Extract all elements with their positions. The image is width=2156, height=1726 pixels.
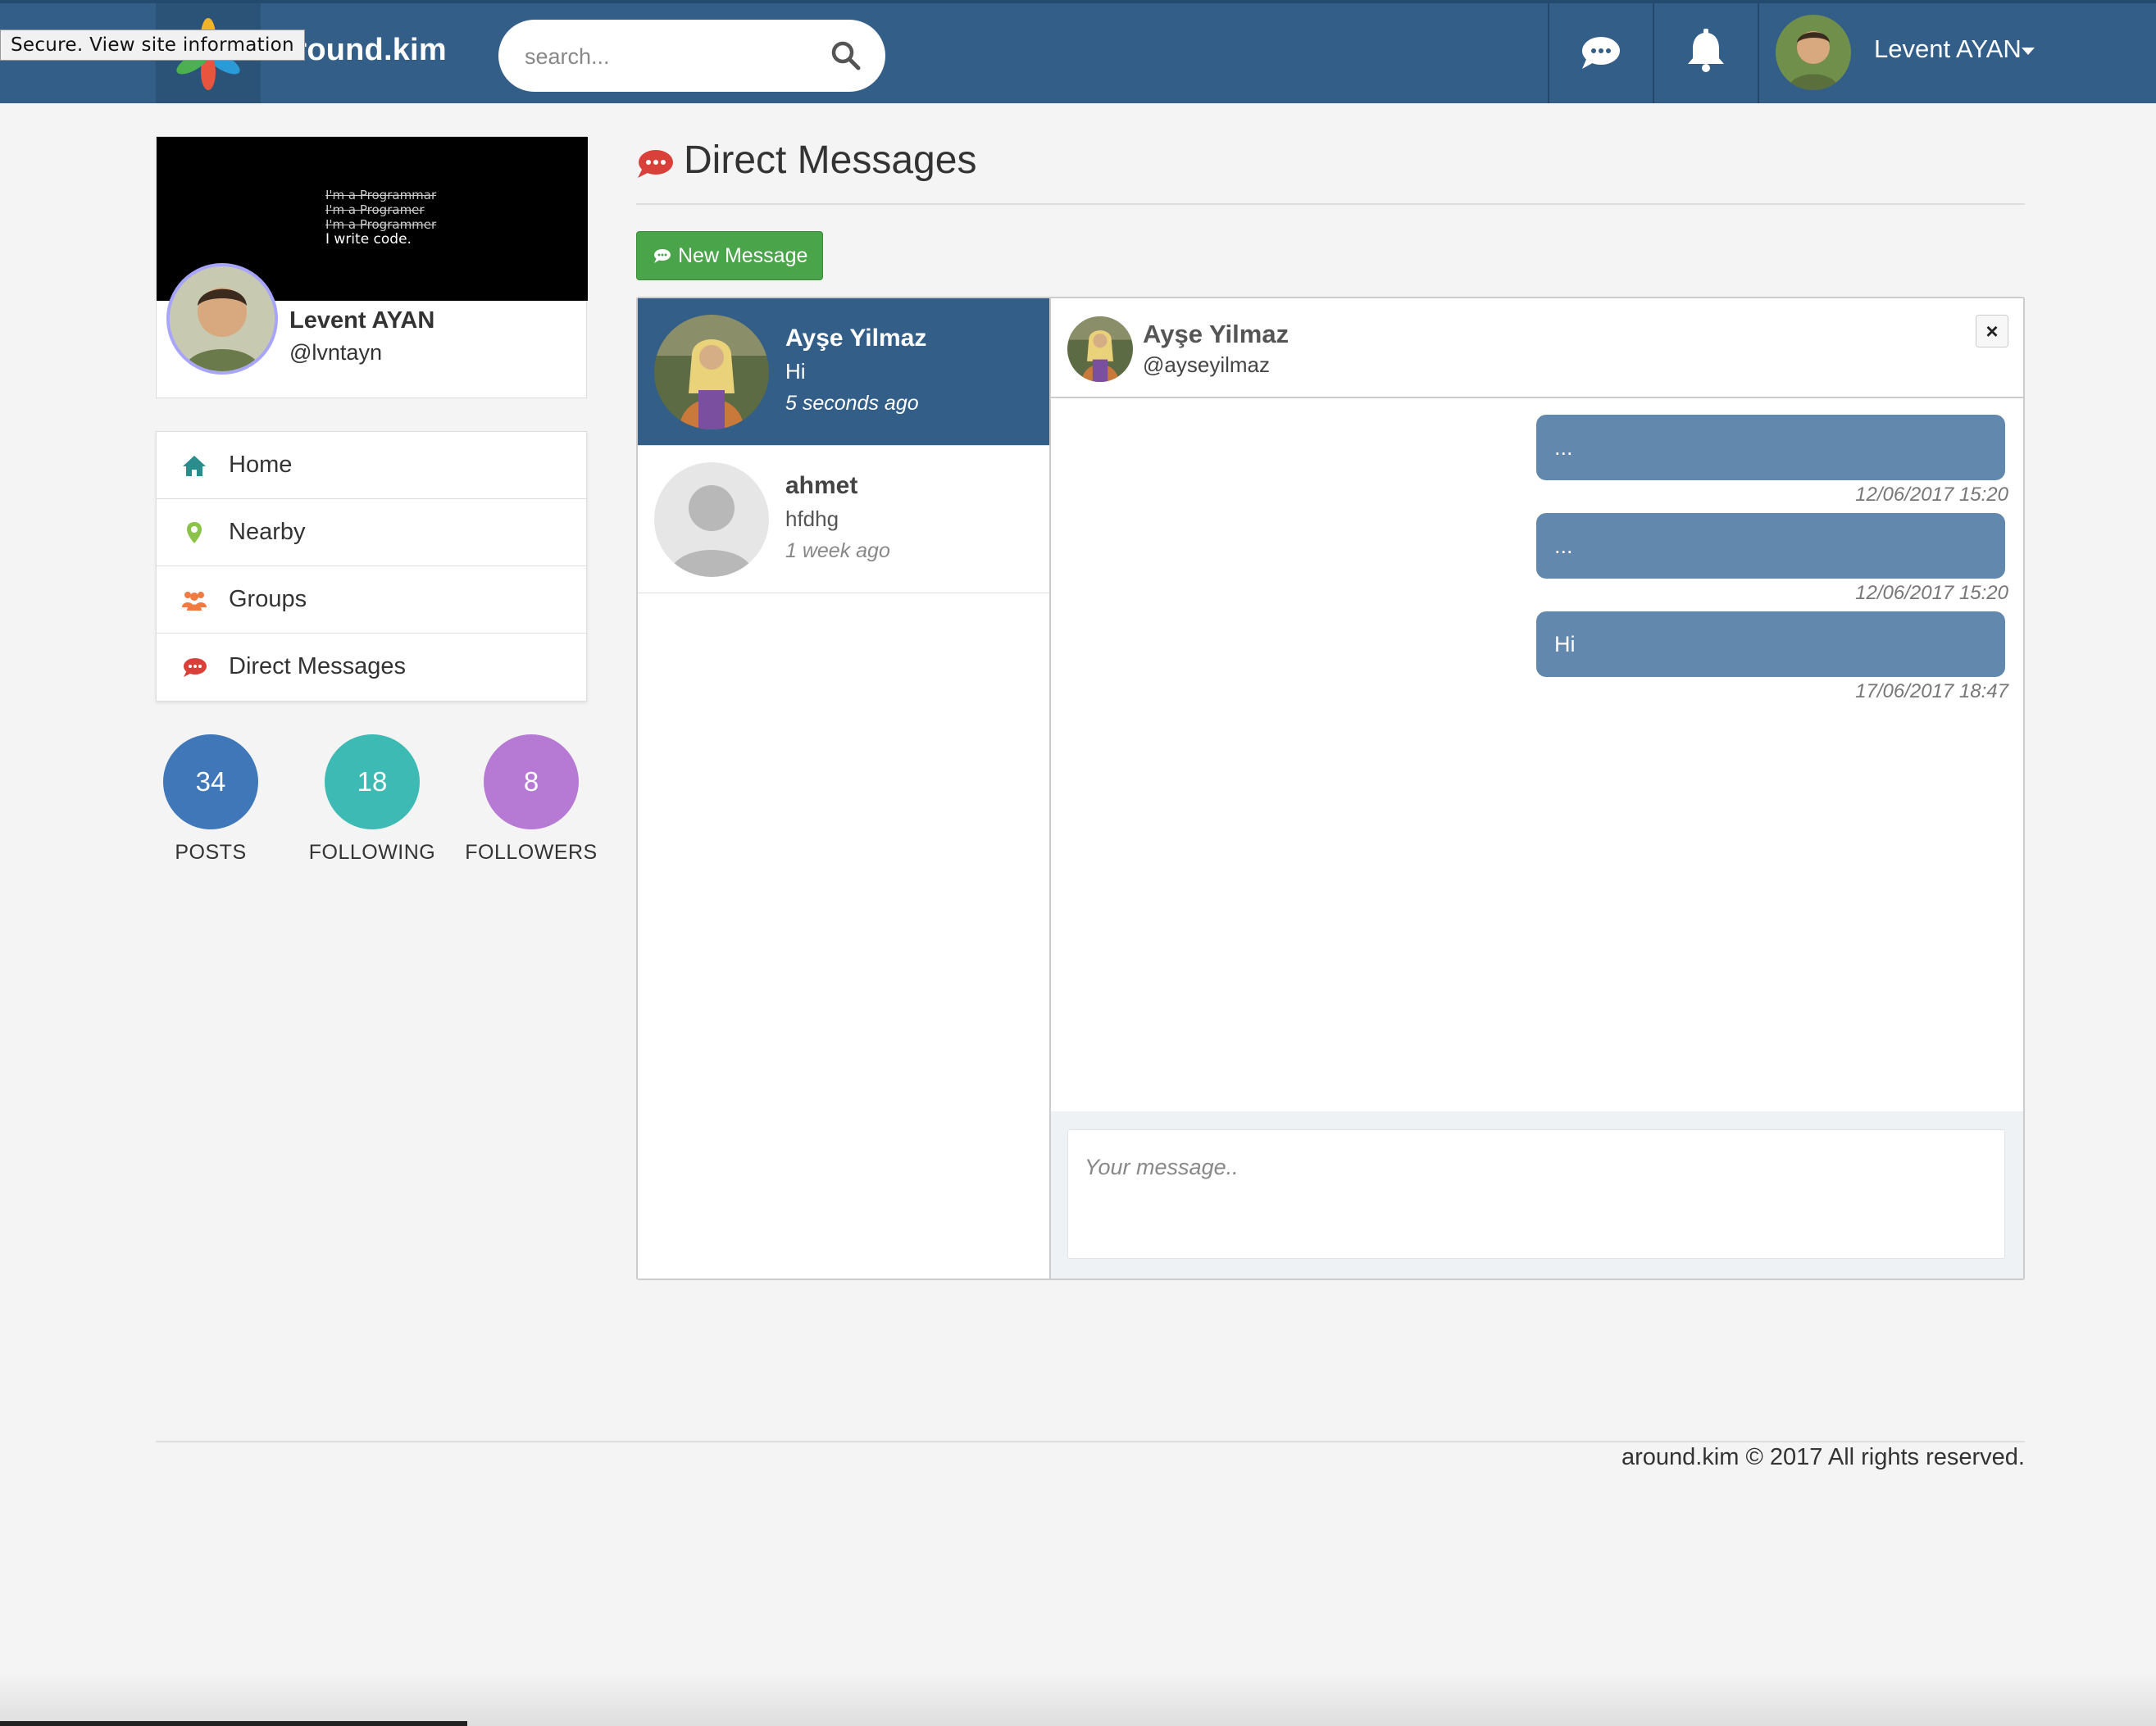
user-avatar-image xyxy=(1776,15,1851,90)
conversation-item[interactable]: Ayşe Yilmaz Hi 5 seconds ago xyxy=(638,298,1049,446)
profile-card: I'm a Programmar I'm a Programer I'm a P… xyxy=(156,136,588,398)
stat-followers[interactable]: 8 FOLLOWERS xyxy=(457,734,605,865)
message-input[interactable] xyxy=(1067,1129,2005,1259)
chat-contact-handle: @ayseyilmaz xyxy=(1143,352,1270,377)
conversation-time: 1 week ago xyxy=(785,539,890,562)
user-avatar[interactable] xyxy=(1776,15,1851,90)
sidebar-item-label: Nearby xyxy=(229,519,306,545)
map-marker-icon xyxy=(187,522,202,543)
stat-label: FOLLOWERS xyxy=(465,841,598,864)
message-time: 12/06/2017 15:20 xyxy=(1855,484,2008,506)
profile-name[interactable]: Levent AYAN xyxy=(289,307,434,334)
home-icon xyxy=(183,456,206,476)
conversation-name: ahmet xyxy=(785,472,858,499)
sidebar-item-label: Home xyxy=(229,452,293,478)
stat-count: 8 xyxy=(484,734,579,829)
message-bubble: Hi xyxy=(1536,611,2005,677)
conversation-item[interactable]: ahmet hfdhg 1 week ago xyxy=(638,446,1049,593)
user-menu-name[interactable]: Levent AYAN xyxy=(1874,34,2022,64)
conversation-avatar xyxy=(654,315,769,429)
sidebar-item-label: Groups xyxy=(229,586,307,612)
message-time: 17/06/2017 18:47 xyxy=(1855,680,2008,702)
message-time: 12/06/2017 15:20 xyxy=(1855,582,2008,604)
conversation-preview: hfdhg xyxy=(785,506,839,531)
footer-divider xyxy=(156,1441,2025,1442)
stat-count: 34 xyxy=(163,734,258,829)
stat-label: FOLLOWING xyxy=(308,841,436,864)
profile-avatar-image xyxy=(170,266,275,371)
cover-line: I'm a Programer xyxy=(325,202,425,217)
profile-avatar[interactable] xyxy=(166,263,278,375)
chat-avatar[interactable] xyxy=(1067,316,1133,382)
chat-avatar-image xyxy=(1067,316,1133,382)
title-divider xyxy=(636,203,2025,205)
stat-label: POSTS xyxy=(175,841,247,864)
sidebar-item-home[interactable]: Home xyxy=(157,432,586,499)
cover-line: I write code. xyxy=(325,231,412,248)
page-title: Direct Messages xyxy=(684,139,977,182)
chat-header: Ayşe Yilmaz @ayseyilmaz × xyxy=(1051,298,2023,398)
messages-panel: Ayşe Yilmaz Hi 5 seconds ago ahmet hfdhg… xyxy=(636,297,2025,1280)
new-message-label: New Message xyxy=(678,244,808,267)
stat-following[interactable]: 18 FOLLOWING xyxy=(298,734,446,865)
comment-icon xyxy=(1582,37,1620,69)
stat-posts[interactable]: 34 POSTS xyxy=(137,734,284,865)
messages-nav-button[interactable] xyxy=(1549,3,1653,103)
cover-line: I'm a Programmer xyxy=(325,217,437,232)
sidebar-item-label: Direct Messages xyxy=(229,653,406,679)
sidebar-item-nearby[interactable]: Nearby xyxy=(157,499,586,566)
conversation-name: Ayşe Yilmaz xyxy=(785,325,927,352)
site-info-tooltip: Secure. View site information xyxy=(0,30,305,61)
cover-line: I'm a Programmar xyxy=(325,188,437,202)
compose-area xyxy=(1051,1111,2023,1279)
stat-count: 18 xyxy=(325,734,420,829)
top-navbar: around.kim Levent A xyxy=(0,0,2156,103)
conversation-list: Ayşe Yilmaz Hi 5 seconds ago ahmet hfdhg… xyxy=(638,298,1051,1279)
window-bottom-edge xyxy=(0,1721,467,1726)
window-bottom-shadow xyxy=(0,1672,2156,1726)
bell-icon xyxy=(1688,29,1724,72)
message-bubble: ... xyxy=(1536,513,2005,579)
conversation-avatar-image xyxy=(654,315,769,429)
comment-icon xyxy=(654,249,671,263)
conversation-preview: Hi xyxy=(785,359,806,384)
default-avatar-icon xyxy=(654,462,769,577)
search-input[interactable] xyxy=(523,38,821,75)
cover-text: I'm a Programmar I'm a Programer I'm a P… xyxy=(325,188,436,247)
navbar-divider xyxy=(1758,3,1759,103)
comment-icon xyxy=(638,150,673,178)
chat-pane: Ayşe Yilmaz @ayseyilmaz × ... 12/06/2017… xyxy=(1051,298,2023,1279)
close-chat-button[interactable]: × xyxy=(1976,315,2008,347)
chat-contact-name[interactable]: Ayşe Yilmaz xyxy=(1143,320,1289,349)
search-box xyxy=(498,20,885,92)
conversation-time: 5 seconds ago xyxy=(785,392,919,415)
message-bubble: ... xyxy=(1536,415,2005,480)
sidebar-item-groups[interactable]: Groups xyxy=(157,566,586,634)
sidebar-menu: Home Nearby Groups Direct Messages xyxy=(156,431,587,702)
chevron-down-icon[interactable] xyxy=(2022,48,2035,55)
conversation-avatar xyxy=(654,462,769,577)
sidebar-item-direct-messages[interactable]: Direct Messages xyxy=(157,634,586,701)
comment-icon xyxy=(184,658,207,677)
profile-handle: @lvntayn xyxy=(289,340,382,365)
footer-copyright: around.kim © 2017 All rights reserved. xyxy=(1621,1444,2025,1470)
new-message-button[interactable]: New Message xyxy=(636,231,823,280)
users-icon xyxy=(182,592,207,611)
notifications-nav-button[interactable] xyxy=(1654,3,1758,103)
search-icon[interactable] xyxy=(830,39,862,72)
